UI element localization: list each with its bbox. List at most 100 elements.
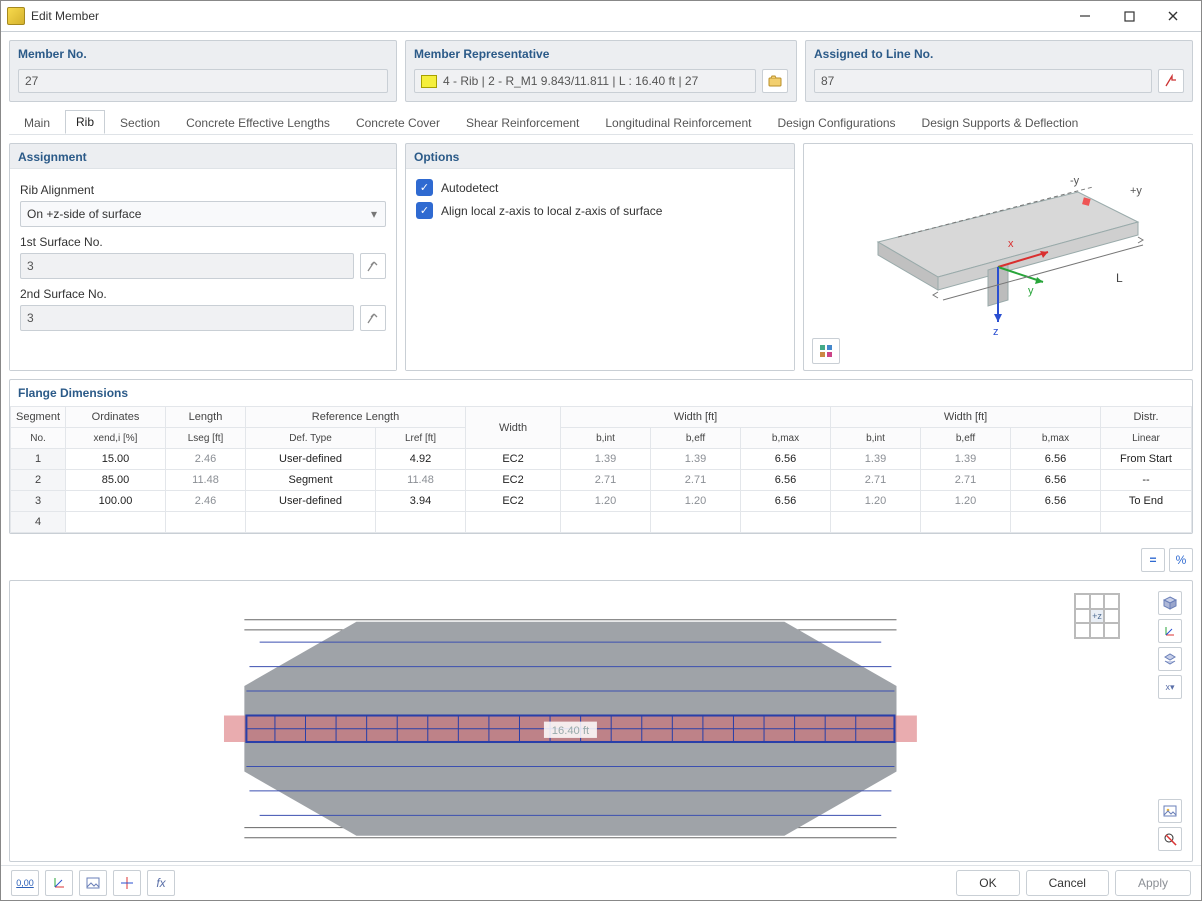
- assignment-title: Assignment: [10, 144, 396, 168]
- render-button[interactable]: [79, 870, 107, 896]
- assigned-line-input[interactable]: 87: [814, 69, 1152, 93]
- picture-icon: [1163, 804, 1177, 818]
- close-window-button[interactable]: [1151, 2, 1195, 30]
- pick-arrow-icon: [1164, 74, 1178, 88]
- app-icon: [7, 7, 25, 25]
- axes-icon: [1163, 624, 1177, 638]
- rib-alignment-select[interactable]: On +z-side of surface: [20, 201, 386, 227]
- first-surface-label: 1st Surface No.: [20, 235, 386, 249]
- tab-strip: Main Rib Section Concrete Effective Leng…: [9, 110, 1193, 135]
- pick-first-surface-button[interactable]: [360, 253, 386, 279]
- col-distr: Distr.: [1101, 407, 1192, 428]
- table-row[interactable]: 115.002.46User-defined4.92EC21.391.396.5…: [11, 449, 1192, 470]
- col-ordinates: Ordinates: [66, 407, 166, 428]
- tab-section[interactable]: Section: [109, 111, 171, 134]
- view-label-button[interactable]: x▾: [1158, 675, 1182, 699]
- unknown-button-1[interactable]: [113, 870, 141, 896]
- svg-text:x: x: [1008, 238, 1014, 250]
- formula-button[interactable]: fx: [147, 870, 175, 896]
- first-surface-input[interactable]: 3: [20, 253, 354, 279]
- svg-text:z: z: [993, 326, 999, 338]
- tab-longitudinal-reinforcement[interactable]: Longitudinal Reinforcement: [594, 111, 762, 134]
- pick-arrow-icon: [366, 311, 380, 325]
- nav-cube[interactable]: +z: [1074, 593, 1120, 639]
- tab-design-supports-deflection[interactable]: Design Supports & Deflection: [911, 111, 1090, 134]
- target-icon: [120, 876, 134, 890]
- autodetect-checkbox[interactable]: ✓: [416, 179, 433, 196]
- col-length: Length: [166, 407, 246, 428]
- svg-text:+y: +y: [1130, 185, 1142, 197]
- second-surface-input[interactable]: 3: [20, 305, 354, 331]
- flange-title: Flange Dimensions: [10, 380, 1192, 406]
- tab-main[interactable]: Main: [13, 111, 61, 134]
- col-width-right: Width [ft]: [831, 407, 1101, 428]
- units-button[interactable]: 0,00: [11, 870, 39, 896]
- flange-plan-icon: 16.40 ft: [10, 581, 1192, 865]
- picture-icon: [86, 876, 100, 890]
- align-z-checkbox[interactable]: ✓: [416, 202, 433, 219]
- cube-icon: [1163, 596, 1177, 610]
- member-rep-label: Member Representative: [406, 41, 796, 65]
- grid-percent-button[interactable]: %: [1169, 548, 1193, 572]
- minimize-icon: [1079, 10, 1091, 22]
- table-row-empty[interactable]: 4: [11, 512, 1192, 533]
- col-ref-length: Reference Length: [246, 407, 466, 428]
- member-rep-edit-button[interactable]: [762, 69, 788, 93]
- window-title: Edit Member: [31, 9, 99, 23]
- col-segment: Segment: [11, 407, 66, 428]
- second-surface-label: 2nd Surface No.: [20, 287, 386, 301]
- maximize-icon: [1124, 11, 1135, 22]
- apply-button[interactable]: Apply: [1115, 870, 1191, 896]
- edit-member-dialog: Edit Member Member No. 27 Member Represe…: [0, 0, 1202, 901]
- pick-line-button[interactable]: [1158, 69, 1184, 93]
- layers-icon: [1163, 652, 1177, 666]
- cancel-button[interactable]: Cancel: [1026, 870, 1109, 896]
- rib-schematic-icon: x y z -y +y L: [838, 172, 1158, 342]
- member-no-input[interactable]: 27: [18, 69, 388, 93]
- bottom-toolbar: 0,00 fx OK Cancel Apply: [1, 865, 1201, 900]
- titlebar: Edit Member: [1, 1, 1201, 32]
- view-iso-button[interactable]: [1158, 591, 1182, 615]
- pick-second-surface-button[interactable]: [360, 305, 386, 331]
- member-rep-value: 4 - Rib | 2 - R_M1 9.843/11.811 | L : 16…: [414, 69, 756, 93]
- flange-table[interactable]: Segment Ordinates Length Reference Lengt…: [10, 406, 1192, 533]
- svg-text:-y: -y: [1070, 175, 1080, 187]
- pick-arrow-icon: [366, 259, 380, 273]
- preview-3d-panel: x y z -y +y L: [803, 143, 1193, 371]
- preview-colors-button[interactable]: [812, 338, 840, 364]
- folder-edit-icon: [768, 74, 782, 88]
- options-title: Options: [406, 144, 794, 168]
- viewer-export-button[interactable]: [1158, 799, 1182, 823]
- view-axes-button[interactable]: [1158, 619, 1182, 643]
- autodetect-label: Autodetect: [441, 181, 498, 195]
- close-icon: [1167, 10, 1179, 22]
- tab-concrete-eff-lengths[interactable]: Concrete Effective Lengths: [175, 111, 341, 134]
- maximize-button[interactable]: [1107, 2, 1151, 30]
- member-no-label: Member No.: [10, 41, 396, 65]
- tab-concrete-cover[interactable]: Concrete Cover: [345, 111, 451, 134]
- tab-rib[interactable]: Rib: [65, 110, 105, 134]
- view-wireframe-button[interactable]: [1158, 647, 1182, 671]
- table-row[interactable]: 285.0011.48Segment11.48EC22.712.716.562.…: [11, 470, 1192, 491]
- viewer-reset-button[interactable]: [1158, 827, 1182, 851]
- assigned-line-label: Assigned to Line No.: [806, 41, 1192, 65]
- zoom-reset-icon: [1163, 832, 1177, 846]
- col-width-left: Width [ft]: [561, 407, 831, 428]
- palette-icon: [819, 344, 833, 358]
- tab-design-config[interactable]: Design Configurations: [766, 111, 906, 134]
- ok-button[interactable]: OK: [956, 870, 1019, 896]
- tab-shear-reinforcement[interactable]: Shear Reinforcement: [455, 111, 590, 134]
- grid-equals-button[interactable]: =: [1141, 548, 1165, 572]
- minimize-button[interactable]: [1063, 2, 1107, 30]
- rib-alignment-label: Rib Alignment: [20, 183, 386, 197]
- align-z-label: Align local z-axis to local z-axis of su…: [441, 204, 662, 218]
- rib-color-swatch: [421, 75, 437, 88]
- model-button[interactable]: [45, 870, 73, 896]
- triad-icon: [52, 876, 66, 890]
- svg-text:y: y: [1028, 285, 1034, 297]
- table-row[interactable]: 3100.002.46User-defined3.94EC21.201.206.…: [11, 491, 1192, 512]
- svg-text:16.40 ft: 16.40 ft: [552, 725, 590, 737]
- flange-viewer[interactable]: 16.40 ft +z x▾: [9, 580, 1193, 862]
- col-width: Width: [466, 407, 561, 449]
- svg-text:L: L: [1116, 271, 1123, 285]
